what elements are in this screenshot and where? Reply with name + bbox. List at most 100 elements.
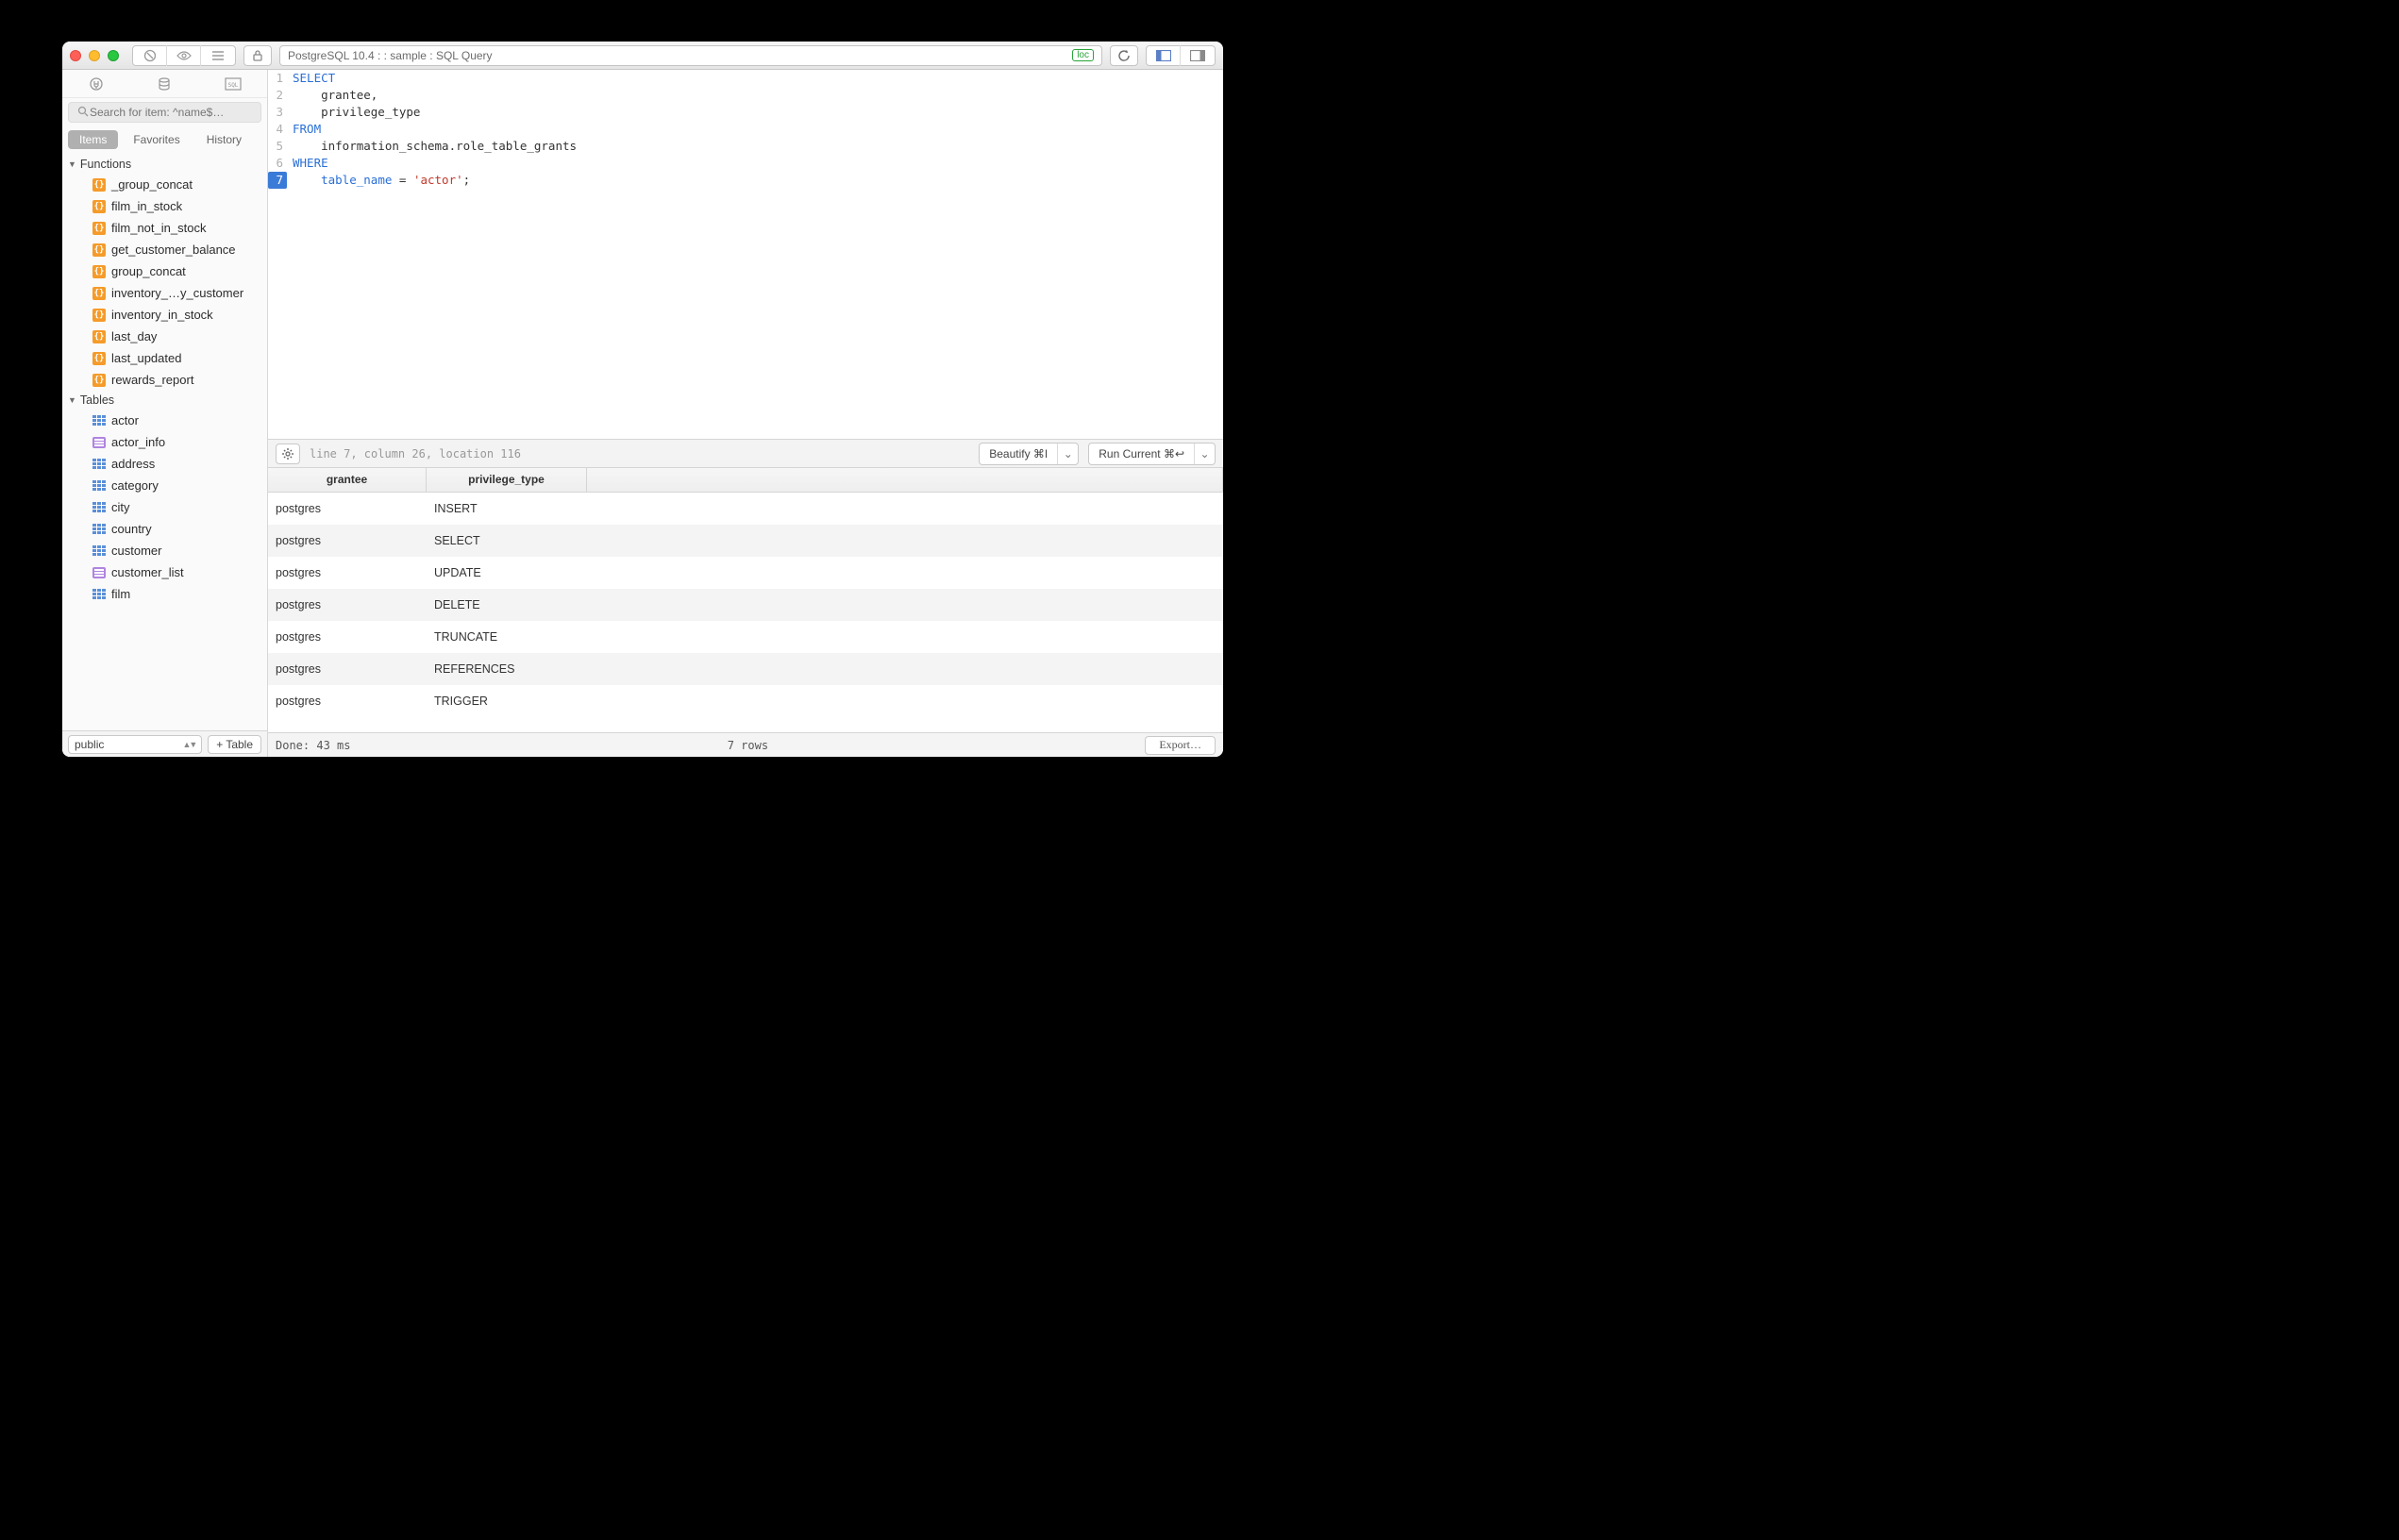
sidebar: SQL Items Favorites History ▼ Functions [62, 70, 268, 757]
search-input[interactable] [68, 102, 261, 123]
table-icon [92, 459, 106, 470]
status-bar: Done: 43 ms 7 rows Export… [268, 732, 1223, 757]
table-row[interactable]: postgresTRIGGER [268, 685, 1223, 717]
tab-items[interactable]: Items [68, 130, 118, 149]
sidebar-item-function[interactable]: {}film_in_stock [62, 195, 267, 217]
sidebar-item-table[interactable]: actor_info [62, 431, 267, 453]
function-icon: {} [92, 265, 106, 278]
window-controls [70, 50, 119, 61]
tab-history[interactable]: History [195, 130, 253, 149]
refresh-icon[interactable] [1110, 45, 1138, 66]
sidebar-item-table[interactable]: customer_list [62, 561, 267, 583]
gear-icon[interactable] [276, 444, 300, 464]
run-button[interactable]: Run Current ⌘↩ ⌄ [1088, 443, 1216, 465]
sql-editor[interactable]: 1234567 SELECT grantee, privilege_typeFR… [268, 70, 1223, 440]
sidebar-text-tabs: Items Favorites History [62, 126, 267, 155]
lock-icon[interactable] [243, 45, 272, 66]
item-label: inventory_in_stock [111, 308, 213, 322]
item-label: get_customer_balance [111, 243, 236, 257]
zoom-window[interactable] [108, 50, 119, 61]
item-label: category [111, 478, 159, 493]
schema-select[interactable]: public ▲▼ [68, 735, 202, 754]
beautify-button[interactable]: Beautify ⌘I ⌄ [979, 443, 1079, 465]
sidebar-tree[interactable]: ▼ Functions {}_group_concat{}film_in_sto… [62, 155, 267, 730]
sidebar-item-function[interactable]: {}_group_concat [62, 174, 267, 195]
sidebar-item-table[interactable]: country [62, 518, 267, 540]
sidebar-item-table[interactable]: customer [62, 540, 267, 561]
beautify-label: Beautify ⌘I [989, 447, 1048, 460]
table-row[interactable]: postgresTRUNCATE [268, 621, 1223, 653]
sql-icon[interactable]: SQL [220, 74, 246, 94]
item-label: actor [111, 413, 139, 427]
cell-grantee[interactable]: postgres [268, 630, 427, 644]
item-label: inventory_…y_customer [111, 286, 243, 300]
cell-privilege[interactable]: REFERENCES [427, 662, 587, 676]
sidebar-item-function[interactable]: {} rewards_report [62, 369, 267, 391]
chevron-down-icon: ▼ [68, 159, 76, 169]
group-label: Functions [80, 158, 131, 171]
col-header-grantee[interactable]: grantee [268, 468, 427, 492]
group-tables[interactable]: ▼ Tables [62, 391, 267, 410]
sidebar-mode-tabs: SQL [62, 70, 267, 98]
view-icon [92, 567, 106, 578]
sidebar-item-table[interactable]: address [62, 453, 267, 475]
code-area[interactable]: SELECT grantee, privilege_typeFROM infor… [287, 70, 1223, 439]
tab-favorites[interactable]: Favorites [122, 130, 191, 149]
connection-title[interactable]: PostgreSQL 10.4 : : sample : SQL Query l… [279, 45, 1102, 66]
eye-icon[interactable] [167, 45, 201, 66]
item-label: rewards_report [111, 373, 193, 387]
sidebar-item-table[interactable]: film [62, 583, 267, 605]
stop-icon[interactable] [133, 45, 167, 66]
sidebar-item-function[interactable]: {}group_concat [62, 260, 267, 282]
sidebar-item-table[interactable]: city [62, 496, 267, 518]
cell-privilege[interactable]: INSERT [427, 502, 587, 515]
status-rows: 7 rows [350, 739, 1145, 752]
table-icon [92, 480, 106, 492]
sidebar-item-table[interactable]: category [62, 475, 267, 496]
chevron-down-icon[interactable]: ⌄ [1194, 444, 1215, 464]
table-row[interactable]: postgresSELECT [268, 525, 1223, 557]
close-window[interactable] [70, 50, 81, 61]
minimize-window[interactable] [89, 50, 100, 61]
sidebar-item-table[interactable]: actor [62, 410, 267, 431]
export-button[interactable]: Export… [1145, 736, 1216, 755]
cell-grantee[interactable]: postgres [268, 502, 427, 515]
grid-body[interactable]: postgresINSERTpostgresSELECTpostgresUPDA… [268, 493, 1223, 732]
table-row[interactable]: postgresINSERT [268, 493, 1223, 525]
left-panel-toggle-icon[interactable] [1147, 45, 1181, 66]
sidebar-bottom: public ▲▼ + Table [62, 730, 267, 757]
plug-icon[interactable] [83, 74, 109, 94]
sidebar-item-function[interactable]: {}last_updated [62, 347, 267, 369]
cell-grantee[interactable]: postgres [268, 695, 427, 708]
sidebar-item-function[interactable]: {}inventory_in_stock [62, 304, 267, 326]
right-panel-toggle-icon[interactable] [1181, 45, 1215, 66]
list-icon[interactable] [201, 45, 235, 66]
table-icon [92, 502, 106, 513]
cell-privilege[interactable]: TRIGGER [427, 695, 587, 708]
table-row[interactable]: postgresUPDATE [268, 557, 1223, 589]
table-row[interactable]: postgresDELETE [268, 589, 1223, 621]
table-row[interactable]: postgresREFERENCES [268, 653, 1223, 685]
table-icon [92, 589, 106, 600]
sidebar-item-function[interactable]: {}inventory_…y_customer [62, 282, 267, 304]
function-icon: {} [92, 374, 106, 387]
add-table-button[interactable]: + Table [208, 735, 261, 754]
titlebar: PostgreSQL 10.4 : : sample : SQL Query l… [62, 42, 1223, 70]
sidebar-item-function[interactable]: {}get_customer_balance [62, 239, 267, 260]
col-header-privilege[interactable]: privilege_type [427, 468, 587, 492]
group-functions[interactable]: ▼ Functions [62, 155, 267, 174]
cell-privilege[interactable]: DELETE [427, 598, 587, 611]
cell-privilege[interactable]: SELECT [427, 534, 587, 547]
database-icon[interactable] [151, 74, 177, 94]
cell-grantee[interactable]: postgres [268, 662, 427, 676]
cell-privilege[interactable]: UPDATE [427, 566, 587, 579]
cell-grantee[interactable]: postgres [268, 534, 427, 547]
chevron-down-icon[interactable]: ⌄ [1057, 444, 1078, 464]
sidebar-item-function[interactable]: {}last_day [62, 326, 267, 347]
cell-grantee[interactable]: postgres [268, 598, 427, 611]
updown-icon: ▲▼ [182, 740, 195, 749]
sidebar-item-function[interactable]: {}film_not_in_stock [62, 217, 267, 239]
cell-grantee[interactable]: postgres [268, 566, 427, 579]
item-label: film_in_stock [111, 199, 182, 213]
cell-privilege[interactable]: TRUNCATE [427, 630, 587, 644]
